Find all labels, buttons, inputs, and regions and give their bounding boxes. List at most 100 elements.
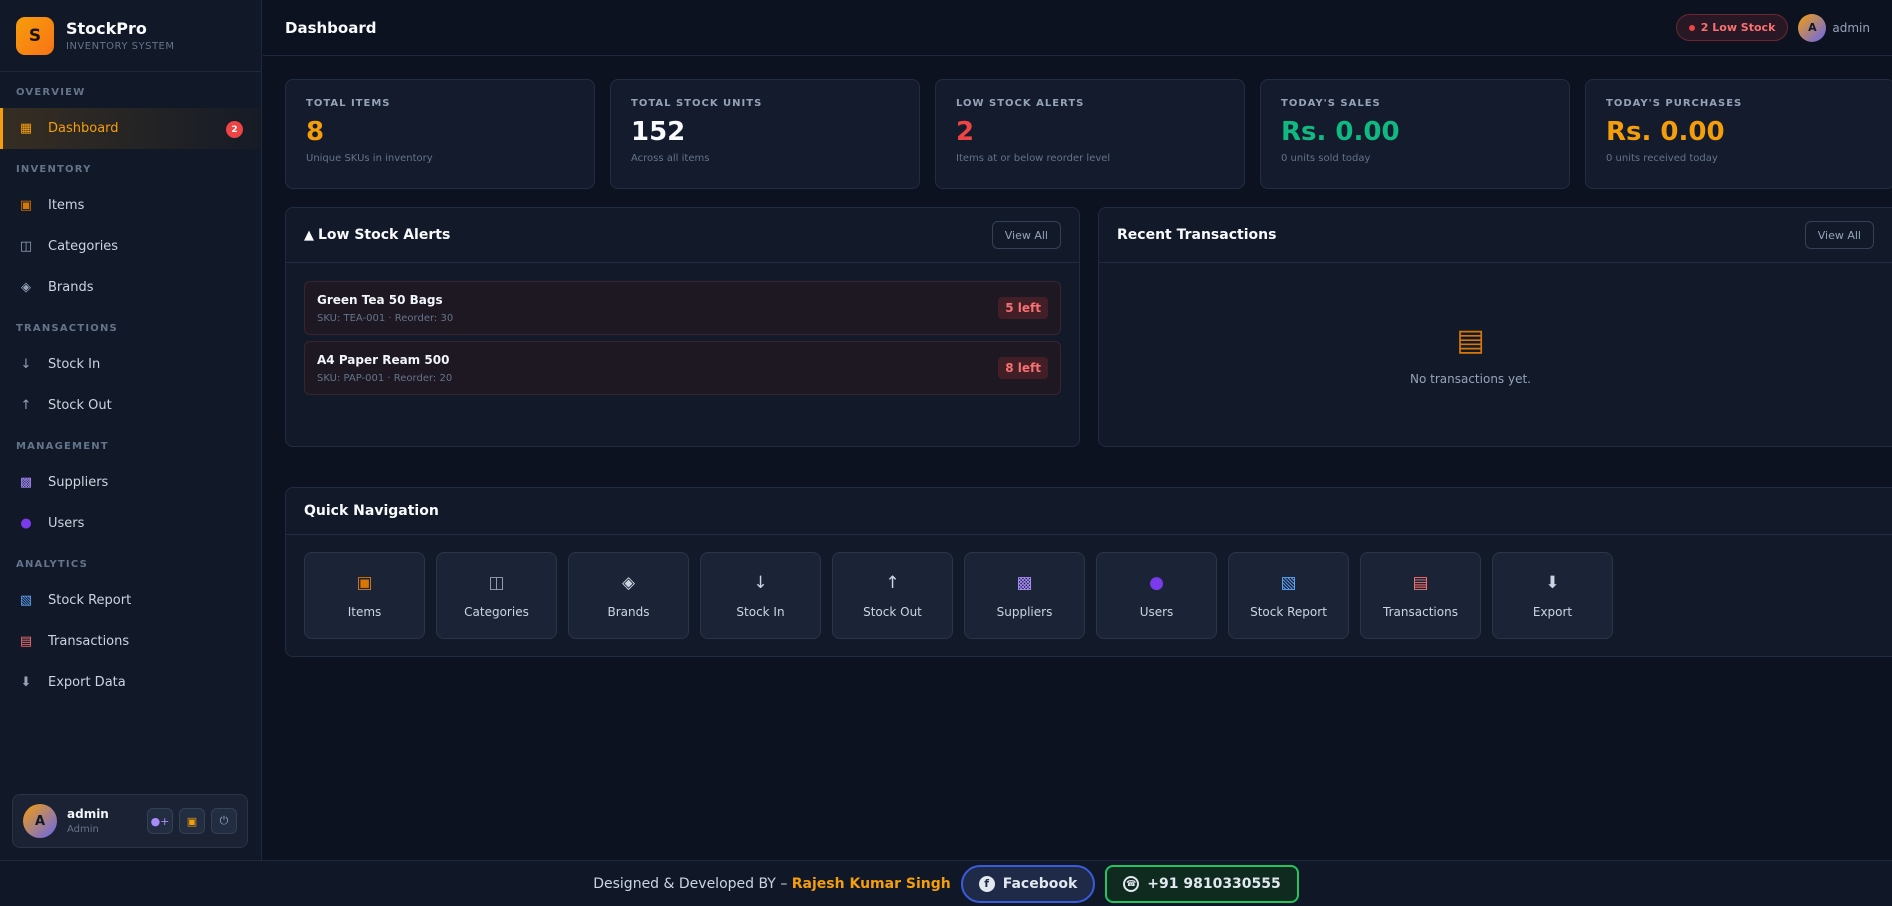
facebook-icon: f — [978, 875, 995, 892]
nav-section-analytics: ANALYTICS — [16, 559, 88, 570]
low-stock-row[interactable]: Green Tea 50 Bags SKU: TEA-001 · Reorder… — [304, 281, 1061, 335]
arrow-down-icon: ↓ — [753, 572, 768, 593]
quick-nav-users[interactable]: ● Users — [1096, 552, 1217, 639]
brand-name: StockPro — [66, 19, 147, 38]
arrow-down-icon: ↓ — [20, 357, 32, 372]
credit-prefix: Designed & Developed BY – — [593, 875, 788, 892]
sidebar-item-transactions[interactable]: ▤ Transactions — [0, 621, 261, 662]
arrow-up-icon: ↑ — [885, 572, 900, 593]
user-role: Admin — [67, 824, 99, 835]
sidebar-item-dashboard[interactable]: ▦ Dashboard 2 — [0, 108, 261, 149]
chart-icon: ▧ — [1280, 572, 1297, 593]
quick-nav-stock-report[interactable]: ▧ Stock Report — [1228, 552, 1349, 639]
sidebar-item-stock-out[interactable]: ↑ Stock Out — [0, 385, 261, 426]
low-stock-row[interactable]: A4 Paper Ream 500 SKU: PAP-001 · Reorder… — [304, 341, 1061, 395]
stat-sub: Items at or below reorder level — [956, 153, 1111, 164]
user-card: A admin Admin ●+ ▣ ⏻ — [12, 794, 248, 848]
nav-section-inventory: INVENTORY — [16, 164, 92, 175]
brand[interactable]: S StockPro INVENTORY SYSTEM — [0, 0, 261, 72]
sidebar-item-suppliers[interactable]: ▩ Suppliers — [0, 462, 261, 503]
panel-title: Low Stock Alerts — [318, 227, 451, 243]
stat-value: Rs. 0.00 — [1281, 117, 1400, 147]
stat-value: 8 — [306, 117, 325, 147]
box-icon: ▣ — [356, 572, 373, 593]
stat-card-todays-sales: TODAY'S SALES Rs. 0.00 0 units sold toda… — [1260, 79, 1570, 189]
quick-nav-label: Brands — [607, 604, 650, 619]
sidebar-item-stock-in[interactable]: ↓ Stock In — [0, 344, 261, 385]
view-all-button[interactable]: View All — [1804, 221, 1874, 249]
sidebar-item-users[interactable]: ● Users — [0, 503, 261, 544]
sidebar-item-items[interactable]: ▣ Items — [0, 185, 261, 226]
nav-section-transactions: TRANSACTIONS — [16, 323, 118, 334]
stat-value: 2 — [956, 117, 975, 147]
sidebar-item-label: Categories — [48, 239, 119, 254]
stats-row: TOTAL ITEMS 8 Unique SKUs in inventory T… — [285, 79, 1892, 189]
sidebar-item-label: Stock In — [48, 357, 101, 372]
clipboard-icon: ▤ — [1412, 572, 1429, 593]
nav-section-overview: OVERVIEW — [16, 87, 86, 98]
item-sku: SKU: TEA-001 · Reorder: 30 — [317, 312, 454, 324]
box-icon: ▣ — [19, 198, 33, 213]
item-sku: SKU: PAP-001 · Reorder: 20 — [317, 372, 453, 384]
quick-nav-export[interactable]: ⬇ Export — [1492, 552, 1613, 639]
quick-nav-stock-out[interactable]: ↑ Stock Out — [832, 552, 953, 639]
factory-icon: ▩ — [1016, 572, 1033, 593]
quick-nav-brands[interactable]: ◈ Brands — [568, 552, 689, 639]
whatsapp-button[interactable]: ☎ +91 9810330555 — [1105, 864, 1299, 903]
sidebar-item-categories[interactable]: ◫ Categories — [0, 226, 261, 267]
sidebar-item-label: Brands — [48, 280, 94, 295]
clipboard-icon: ▤ — [1456, 323, 1485, 358]
user-icon: ● — [1149, 572, 1164, 593]
stat-sub: 0 units received today — [1606, 153, 1718, 164]
low-stock-panel: ▲ Low Stock Alerts View All Green Tea 50… — [285, 207, 1080, 447]
brand-subtitle: INVENTORY SYSTEM — [66, 41, 175, 52]
sidebar-item-label: Suppliers — [48, 475, 109, 490]
sidebar-item-label: Users — [48, 516, 85, 531]
sidebar-item-brands[interactable]: ◈ Brands — [0, 267, 261, 308]
stat-label: TOTAL ITEMS — [306, 98, 391, 109]
arrow-up-icon: ↑ — [20, 398, 32, 413]
sidebar-item-export-data[interactable]: ⬇ Export Data — [0, 662, 261, 703]
item-name: A4 Paper Ream 500 — [317, 352, 450, 367]
sidebar-item-label: Transactions — [48, 634, 130, 649]
low-stock-label: 2 Low Stock — [1700, 21, 1776, 34]
sidebar-item-label: Stock Report — [48, 593, 132, 608]
quick-nav-items[interactable]: ▣ Items — [304, 552, 425, 639]
facebook-button[interactable]: f Facebook — [960, 864, 1096, 903]
stat-card-low-stock-alerts: LOW STOCK ALERTS 2 Items at or below reo… — [935, 79, 1245, 189]
add-user-icon[interactable]: ●+ — [147, 808, 173, 834]
quick-nav-label: Suppliers — [996, 604, 1053, 619]
sidebar-item-stock-report[interactable]: ▧ Stock Report — [0, 580, 261, 621]
brand-logo: S — [16, 16, 54, 55]
low-stock-pill[interactable]: 2 Low Stock — [1675, 14, 1789, 41]
tag-icon: ◫ — [488, 572, 505, 593]
quick-nav-label: Stock Report — [1250, 604, 1327, 619]
quick-nav-label: Stock Out — [863, 604, 922, 619]
stock-left-badge: 5 left — [998, 297, 1048, 319]
avatar[interactable]: A — [23, 804, 57, 838]
quick-nav-label: Stock In — [736, 604, 785, 619]
power-icon[interactable]: ⏻ — [211, 808, 237, 834]
topbar-avatar[interactable]: A — [1798, 13, 1827, 42]
quick-nav-categories[interactable]: ◫ Categories — [436, 552, 557, 639]
view-all-button[interactable]: View All — [991, 221, 1061, 249]
stat-value: 152 — [631, 117, 686, 147]
chart-icon: ▧ — [19, 593, 33, 608]
topbar-username[interactable]: admin — [1832, 21, 1870, 35]
nav-section-management: MANAGEMENT — [16, 441, 109, 452]
sidebar: S StockPro INVENTORY SYSTEM OVERVIEW ▦ D… — [0, 0, 262, 860]
footer-credit: Designed & Developed BY – Rajesh Kumar S… — [593, 876, 950, 892]
stat-label: TOTAL STOCK UNITS — [631, 98, 763, 109]
factory-icon: ▩ — [19, 475, 33, 490]
stat-label: LOW STOCK ALERTS — [956, 98, 1085, 109]
empty-state: ▤ No transactions yet. — [1099, 323, 1892, 386]
clipboard-icon: ▤ — [19, 634, 33, 649]
lock-icon[interactable]: ▣ — [179, 808, 205, 834]
whatsapp-icon: ☎ — [1123, 875, 1140, 892]
stat-sub: Across all items — [631, 153, 710, 164]
quick-nav-stock-in[interactable]: ↓ Stock In — [700, 552, 821, 639]
quick-nav-transactions[interactable]: ▤ Transactions — [1360, 552, 1481, 639]
stat-label: TODAY'S SALES — [1281, 98, 1381, 109]
quick-nav-suppliers[interactable]: ▩ Suppliers — [964, 552, 1085, 639]
stat-value: Rs. 0.00 — [1606, 117, 1725, 147]
